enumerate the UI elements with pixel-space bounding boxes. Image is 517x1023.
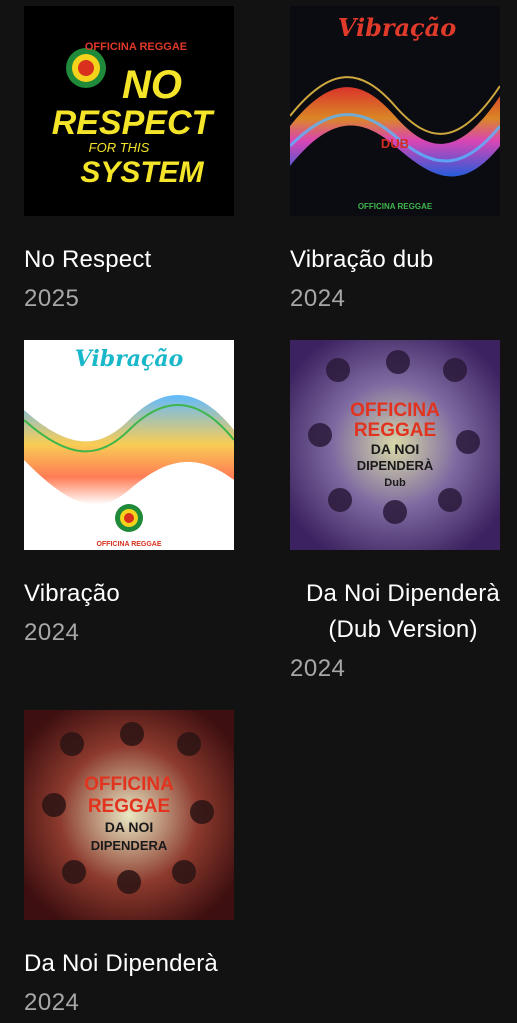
album-cover[interactable]: Vibração DUB OFFICINA REGGAE — [290, 6, 500, 216]
cover-text-line: NO — [122, 63, 182, 107]
cover-heading: Vibração — [338, 13, 456, 42]
cover-footer-text: OFFICINA REGGAE — [96, 541, 161, 548]
album-cover[interactable]: Vibração OFFICINA REGGAE — [24, 340, 234, 550]
album-title[interactable]: Vibração — [24, 576, 234, 612]
cover-text-line: DA NOI — [371, 441, 419, 457]
album-year: 2024 — [290, 655, 346, 682]
cover-text-line: OFFICINA — [350, 400, 440, 421]
cover-text-line: REGGAE — [354, 420, 436, 441]
cover-text-line: Dub — [384, 477, 406, 489]
album-title[interactable]: No Respect — [24, 242, 234, 278]
cover-footer-text: OFFICINA REGGAE — [358, 202, 433, 211]
cover-text-line: SYSTEM — [80, 156, 204, 189]
cover-text-line: FOR THIS — [89, 140, 150, 155]
cover-text-line: RESPECT — [52, 104, 216, 142]
album-cover[interactable]: OFFICINA REGGAE DA NOI DIPENDERÀ Dub — [290, 340, 500, 550]
album-year: 2024 — [24, 619, 80, 646]
album-card-vibracao-dub[interactable]: Vibração DUB OFFICINA REGGAE Vibração du… — [290, 6, 500, 340]
album-grid-page: OFFICINA REGGAE NO RESPECT FOR THIS SYST… — [0, 0, 517, 1023]
album-title-line[interactable]: Da Noi Dipenderà — [290, 576, 516, 612]
cover-center-text: DUB — [381, 136, 409, 151]
album-cover[interactable]: OFFICINA REGGAE DA NOI DIPENDERA — [24, 710, 234, 920]
album-card-da-noi-dipendera-dub[interactable]: OFFICINA REGGAE DA NOI DIPENDERÀ Dub Da … — [290, 340, 500, 710]
album-card-da-noi-dipendera[interactable]: OFFICINA REGGAE DA NOI DIPENDERA Da Noi … — [24, 710, 234, 1018]
album-title[interactable]: Vibração dub — [290, 242, 500, 278]
album-card-no-respect[interactable]: OFFICINA REGGAE NO RESPECT FOR THIS SYST… — [24, 6, 234, 340]
album-title[interactable]: Da Noi Dipenderà (Dub Version) — [290, 576, 516, 648]
cover-text-line: DIPENDERÀ — [357, 458, 434, 473]
album-cover[interactable]: OFFICINA REGGAE NO RESPECT FOR THIS SYST… — [24, 6, 234, 216]
cover-badge-text: OFFICINA REGGAE — [85, 41, 187, 53]
album-year: 2024 — [290, 285, 346, 312]
album-title[interactable]: Da Noi Dipenderà — [24, 946, 234, 982]
album-year: 2024 — [24, 989, 80, 1016]
cover-text-line: DA NOI — [105, 819, 153, 835]
album-year: 2025 — [24, 285, 80, 312]
cover-text-line: DIPENDERA — [91, 838, 168, 853]
album-title-line[interactable]: (Dub Version) — [290, 612, 516, 648]
cover-text-line: OFFICINA — [84, 774, 174, 795]
cover-heading: Vibração — [75, 346, 184, 372]
album-grid: OFFICINA REGGAE NO RESPECT FOR THIS SYST… — [24, 6, 500, 1018]
album-card-vibracao[interactable]: Vibração OFFICINA REGGAE Vibração 2024 — [24, 340, 234, 710]
cover-text-line: REGGAE — [88, 796, 170, 817]
